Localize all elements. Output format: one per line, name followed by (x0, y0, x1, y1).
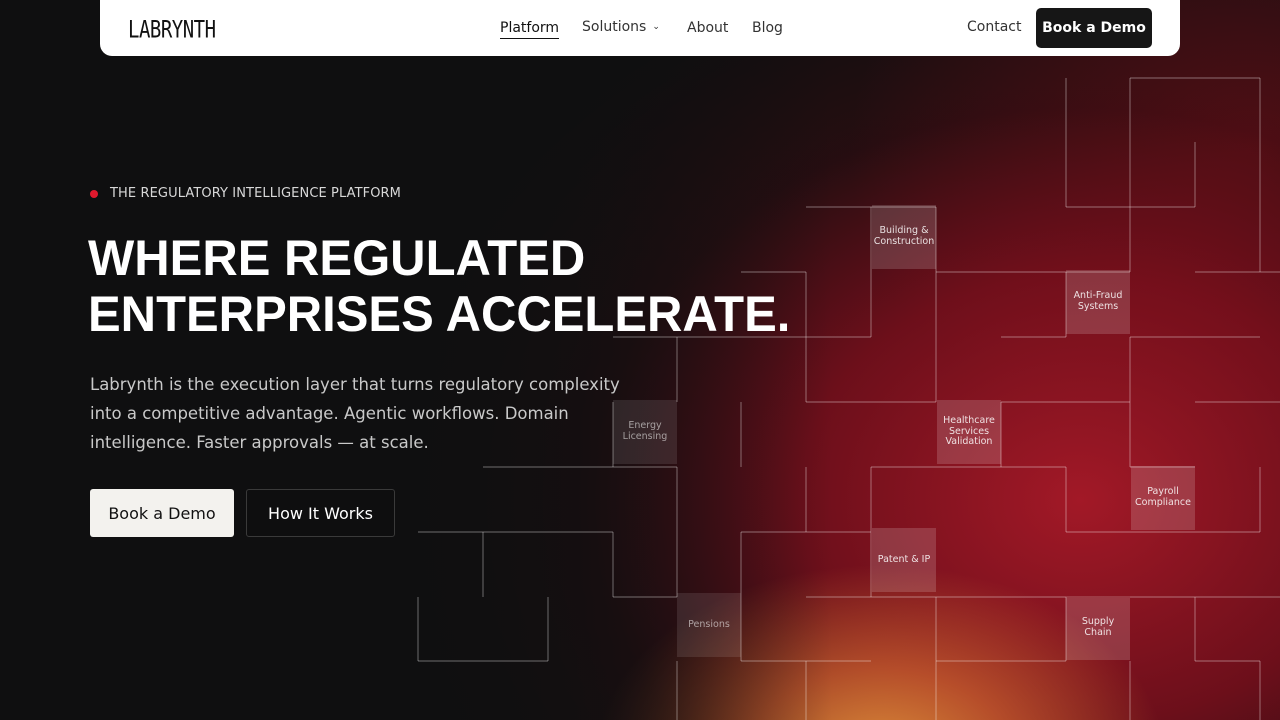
hero-eyebrow: THE REGULATORY INTELLIGENCE PLATFORM (90, 186, 401, 201)
tile-anti-fraud-systems: Anti-Fraud Systems (1066, 270, 1130, 334)
top-navigation-bar: LABRYNTH Platform Solutions ⌄ About Blog … (100, 0, 1180, 56)
tile-healthcare-services-validation: Healthcare Services Validation (937, 400, 1001, 464)
tile-building-construction: Building & Construction (872, 205, 936, 269)
tile-payroll-compliance: Payroll Compliance (1131, 466, 1195, 530)
nav-link-solutions[interactable]: Solutions ⌄ (582, 19, 660, 35)
tile-patent-ip: Patent & IP (872, 528, 936, 592)
nav-link-solutions-label: Solutions (582, 19, 647, 35)
nav-link-blog[interactable]: Blog (752, 20, 783, 36)
chevron-down-icon: ⌄ (652, 22, 660, 32)
tile-supply-chain: Supply Chain (1066, 596, 1130, 660)
hero-headline: WHERE REGULATED ENTERPRISES ACCELERATE. (88, 230, 790, 342)
hero-description-line-2: into a competitive advantage. Agentic wo… (90, 404, 569, 423)
red-dot-icon (90, 189, 98, 198)
tile-pensions: Pensions (677, 593, 741, 657)
nav-link-contact[interactable]: Contact (967, 19, 1021, 35)
hero-headline-line-2: ENTERPRISES ACCELERATE. (88, 286, 791, 342)
hero-book-demo-button[interactable]: Book a Demo (90, 489, 234, 537)
hero-description-line-3: intelligence. Faster approvals — at scal… (90, 433, 429, 452)
nav-link-about[interactable]: About (687, 20, 728, 36)
nav-link-platform[interactable]: Platform (500, 20, 560, 39)
hero-description-line-1: Labrynth is the execution layer that tur… (90, 375, 620, 394)
nav-book-demo-button[interactable]: Book a Demo (1036, 8, 1152, 48)
labrynth-logo[interactable]: LABRYNTH (128, 16, 216, 44)
hero-eyebrow-text: THE REGULATORY INTELLIGENCE PLATFORM (110, 186, 402, 201)
hero-how-it-works-button[interactable]: How It Works (246, 489, 395, 537)
hero-headline-line-1: WHERE REGULATED (88, 230, 586, 286)
hero-description: Labrynth is the execution layer that tur… (90, 370, 630, 457)
